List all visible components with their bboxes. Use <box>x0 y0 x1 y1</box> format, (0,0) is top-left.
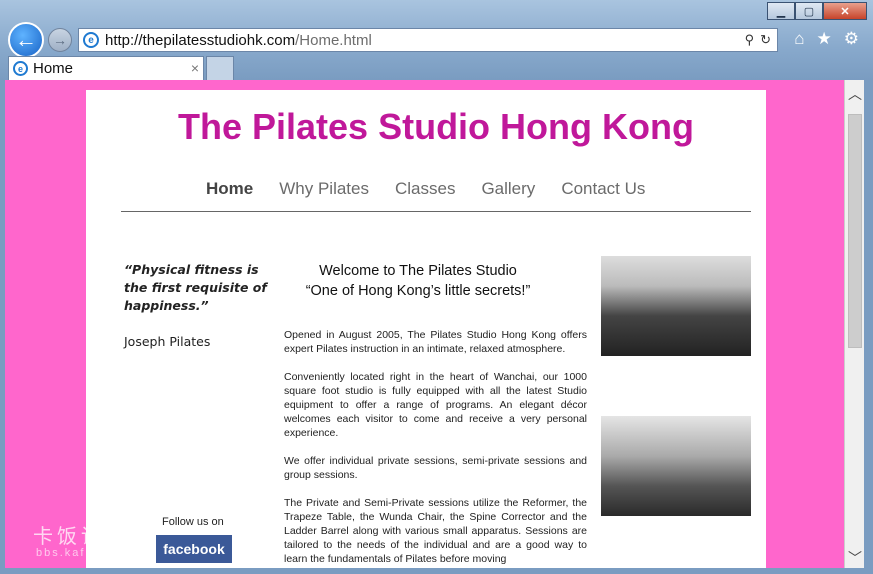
nav-divider <box>121 211 751 212</box>
intro-text: Opened in August 2005, The Pilates Studi… <box>284 328 587 568</box>
quote-author: Joseph Pilates <box>124 334 211 349</box>
minimize-button[interactable]: ▁ <box>767 2 795 20</box>
url-host: http://thepilatesstudiohk.com <box>105 31 296 49</box>
nav-home[interactable]: Home <box>206 179 253 199</box>
follow-us-label: Follow us on <box>162 516 224 528</box>
scroll-thumb[interactable] <box>848 114 862 348</box>
browser-chrome: ▁ ▢ ✕ ← → e http://thepilatesstudiohk.co… <box>0 0 873 80</box>
search-icon[interactable]: ⚲ <box>745 32 755 48</box>
pilates-quote: “Physical fitness is the first requisite… <box>124 262 267 313</box>
maximize-button[interactable]: ▢ <box>795 2 823 20</box>
vertical-scrollbar[interactable]: ︿ ﹀ <box>844 80 864 568</box>
url-text[interactable]: http://thepilatesstudiohk.com/Home.html <box>105 32 372 49</box>
address-tools: ⚲ ↻ <box>745 32 771 48</box>
tab-favicon-icon: e <box>13 61 28 76</box>
nav-classes[interactable]: Classes <box>395 179 455 199</box>
studio-photo-reformer <box>601 416 751 516</box>
page-content: The Pilates Studio Hong Kong Home Why Pi… <box>86 90 766 568</box>
back-button[interactable]: ← <box>8 22 44 58</box>
intro-paragraph: The Private and Semi-Private sessions ut… <box>284 497 587 565</box>
nav-why-pilates[interactable]: Why Pilates <box>279 179 369 199</box>
watermark-text: 卡饭论坛 <box>33 526 129 548</box>
intro-paragraph: We offer individual private sessions, se… <box>284 455 587 481</box>
page-viewport: The Pilates Studio Hong Kong Home Why Pi… <box>5 80 844 568</box>
scroll-down-icon[interactable]: ﹀ <box>845 548 865 566</box>
ie-page-icon: e <box>83 32 99 48</box>
forward-button[interactable]: → <box>48 28 72 52</box>
intro-paragraph: Opened in August 2005, The Pilates Studi… <box>284 329 587 355</box>
address-bar[interactable]: e http://thepilatesstudiohk.com/Home.htm… <box>78 28 778 52</box>
welcome-heading: Welcome to The Pilates Studio “One of Ho… <box>284 261 552 301</box>
refresh-icon[interactable]: ↻ <box>760 32 771 48</box>
watermark-url: bbs.kafan.cn <box>36 547 123 559</box>
studio-photo-trapeze <box>601 256 751 356</box>
new-tab-button[interactable] <box>206 56 234 80</box>
site-title: The Pilates Studio Hong Kong <box>178 106 694 147</box>
welcome-line-2: “One of Hong Kong’s little secrets!” <box>305 283 531 299</box>
tab-title: Home <box>33 60 74 77</box>
tools-icon[interactable]: ⚙ <box>844 29 859 49</box>
browser-tab[interactable]: e Home × <box>8 56 204 80</box>
url-path: /Home.html <box>295 31 372 49</box>
welcome-line-1: Welcome to The Pilates Studio <box>319 263 517 279</box>
window-frame-right <box>864 80 873 574</box>
scroll-up-icon[interactable]: ︿ <box>845 84 865 102</box>
close-window-button[interactable]: ✕ <box>823 2 867 20</box>
browser-toolbar: ⌂ ★ ⚙ <box>794 29 859 49</box>
window-controls: ▁ ▢ ✕ <box>767 2 867 20</box>
main-nav: Home Why Pilates Classes Gallery Contact… <box>206 179 671 199</box>
window-frame-bottom <box>0 568 873 574</box>
tab-close-icon[interactable]: × <box>191 60 199 76</box>
nav-gallery[interactable]: Gallery <box>481 179 535 199</box>
facebook-button[interactable]: facebook <box>156 535 232 563</box>
favorites-icon[interactable]: ★ <box>817 29 832 49</box>
nav-contact-us[interactable]: Contact Us <box>561 179 645 199</box>
intro-paragraph: Conveniently located right in the heart … <box>284 371 587 439</box>
home-icon[interactable]: ⌂ <box>794 29 804 49</box>
